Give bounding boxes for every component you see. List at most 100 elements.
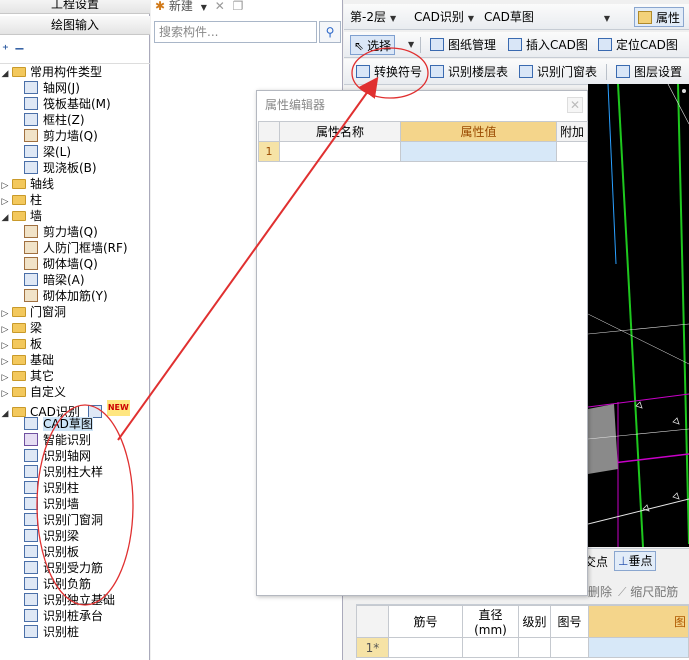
tree-item[interactable]: ▷ 其它 xyxy=(0,368,54,384)
cursor-icon: ⇖ xyxy=(354,39,365,53)
floor-select[interactable]: 第-2层 ▼ xyxy=(350,7,396,27)
tree-item[interactable]: 智能识别 xyxy=(24,432,91,448)
properties-icon xyxy=(638,11,652,24)
grade-cell[interactable] xyxy=(518,637,551,658)
identify-floor-table-button[interactable]: 识别楼层表 xyxy=(430,62,508,82)
rebar-no-cell[interactable] xyxy=(388,637,463,658)
tree-item[interactable]: ▷ 自定义 xyxy=(0,384,66,400)
tree-item[interactable]: ▷ 板 xyxy=(0,336,42,352)
figure-cell[interactable] xyxy=(588,637,689,658)
tree-item-label: 基础 xyxy=(30,353,55,367)
tree-item[interactable]: 剪力墙(Q) xyxy=(24,128,98,144)
properties-button[interactable]: 属性 xyxy=(634,7,685,27)
folder-icon xyxy=(12,371,26,381)
perpendicular-snap-button[interactable]: ⊥垂点 xyxy=(614,551,657,571)
cad-icon xyxy=(24,529,38,542)
tree-item[interactable]: ▷ 梁 xyxy=(0,320,42,336)
property-editor-title: 属性编辑器 xyxy=(265,98,326,112)
tree-item[interactable]: 识别轴网 xyxy=(24,448,91,464)
select-button[interactable]: ⇖ 选择 xyxy=(350,35,396,55)
tree-item[interactable]: 识别桩承台 xyxy=(24,608,103,624)
tree-item-label: 板 xyxy=(30,337,43,351)
tree-item-label: 自定义 xyxy=(30,385,67,399)
property-table: 属性名称 属性值 附加 1 xyxy=(258,121,588,162)
search-button[interactable]: ⚲ xyxy=(319,21,341,43)
diameter-cell[interactable] xyxy=(462,637,519,658)
tree-item-label: 轴网(J) xyxy=(43,81,80,95)
extra-cell[interactable] xyxy=(556,141,588,162)
project-settings-button[interactable]: 工程设置 xyxy=(0,0,150,14)
scale-rebar-button[interactable]: ⟋ 缩尺配筋 xyxy=(618,583,678,600)
cad-icon xyxy=(24,417,38,430)
tree-item[interactable]: 识别板 xyxy=(24,544,79,560)
layer-settings-icon xyxy=(616,65,630,78)
scale-rebar-label: 缩尺配筋 xyxy=(630,585,679,599)
row-header-1: 1 xyxy=(258,141,280,162)
properties-label: 属性 xyxy=(656,11,681,25)
tree-item[interactable]: CAD草图 xyxy=(24,416,93,432)
mode-select[interactable]: CAD识别 ▼ xyxy=(414,7,474,27)
tree-item[interactable]: 识别墙 xyxy=(24,496,79,512)
beam-icon xyxy=(24,273,38,286)
shape-cell[interactable] xyxy=(550,637,589,658)
tree-item-label: 轴线 xyxy=(30,177,55,191)
identify-door-window-table-button[interactable]: 识别门窗表 xyxy=(519,62,597,82)
tree-item[interactable]: 识别独立基础 xyxy=(24,592,115,608)
tree-item-label: 墙 xyxy=(30,209,43,223)
tree-item[interactable]: 识别梁 xyxy=(24,528,79,544)
tree-item[interactable]: 砌体加筋(Y) xyxy=(24,288,108,304)
tree-item[interactable]: ◢ 常用构件类型 xyxy=(0,64,102,80)
convert-symbol-button[interactable]: 转换符号 xyxy=(356,62,422,82)
drawing-manage-label: 图纸管理 xyxy=(448,38,497,52)
expanded-icon[interactable]: ◢ xyxy=(0,210,10,226)
tree-item[interactable]: 识别柱大样 xyxy=(24,464,103,480)
expanded-icon[interactable]: ◢ xyxy=(0,66,10,82)
tree-item[interactable]: 剪力墙(Q) xyxy=(24,224,98,240)
new-component-button[interactable]: ✱ 新建 ▼ ✕ ❐ xyxy=(155,0,243,14)
locate-cad-button[interactable]: 定位CAD图 xyxy=(598,35,678,55)
search-input[interactable] xyxy=(154,21,317,43)
sketch-select[interactable]: CAD草图 ▼ xyxy=(484,7,610,27)
layer-settings-button[interactable]: 图层设置 xyxy=(616,62,682,82)
tree-item[interactable]: 砌体墙(Q) xyxy=(24,256,98,272)
add-icon: ✱ xyxy=(155,0,166,13)
perpendicular-icon: ⊥ xyxy=(618,554,629,568)
close-button[interactable]: ✕ xyxy=(567,97,583,113)
collapse-all-button[interactable]: ⁺ xyxy=(2,43,9,58)
delete-button[interactable]: 删除 xyxy=(588,583,612,600)
scale-rebar-icon: ⟋ xyxy=(618,585,627,599)
delete-icon[interactable]: ✕ xyxy=(215,0,225,13)
copy-icon[interactable]: ❐ xyxy=(233,0,244,13)
wall-icon xyxy=(24,289,38,302)
tree-item[interactable]: ▷ 轴线 xyxy=(0,176,54,192)
tree-item[interactable]: 人防门框墙(RF) xyxy=(24,240,128,256)
drawing-manage-button[interactable]: 图纸管理 xyxy=(430,35,496,55)
cad-icon xyxy=(24,593,38,606)
tree-item[interactable]: 现浇板(B) xyxy=(24,160,97,176)
tree-item[interactable]: 暗梁(A) xyxy=(24,272,85,288)
tree-item[interactable]: ▷ 柱 xyxy=(0,192,42,208)
tree-item[interactable]: 轴网(J) xyxy=(24,80,80,96)
tree-item[interactable]: 识别受力筋 xyxy=(24,560,103,576)
rebar-toolbar: 删除 ⟋ 缩尺配筋 xyxy=(588,578,689,602)
tree-item[interactable]: 梁(L) xyxy=(24,144,71,160)
chevron-down-icon[interactable]: ▼ xyxy=(408,35,414,55)
tree-item[interactable]: ◢ CAD识别 NEW xyxy=(0,400,130,419)
tree-item[interactable]: 识别桩 xyxy=(24,624,79,640)
expanded-icon[interactable]: ◢ xyxy=(0,406,10,422)
tree-item[interactable]: 筏板基础(M) xyxy=(24,96,111,112)
tree-item[interactable]: 框柱(Z) xyxy=(24,112,85,128)
insert-cad-button[interactable]: 插入CAD图 xyxy=(508,35,588,55)
property-value-cell[interactable] xyxy=(400,141,557,162)
expand-all-button[interactable]: − xyxy=(14,42,25,57)
grid-icon xyxy=(24,97,38,110)
cad-drawing-canvas[interactable] xyxy=(588,84,689,547)
property-name-cell[interactable] xyxy=(279,141,401,162)
tree-item[interactable]: 识别负筋 xyxy=(24,576,91,592)
drawing-input-button[interactable]: 绘图输入 xyxy=(0,16,150,35)
tree-item[interactable]: 识别门窗洞 xyxy=(24,512,103,528)
tree-item[interactable]: ▷ 门窗洞 xyxy=(0,304,66,320)
tree-item[interactable]: 识别柱 xyxy=(24,480,79,496)
tree-item[interactable]: ▷ 基础 xyxy=(0,352,54,368)
tree-item[interactable]: ◢ 墙 xyxy=(0,208,42,224)
